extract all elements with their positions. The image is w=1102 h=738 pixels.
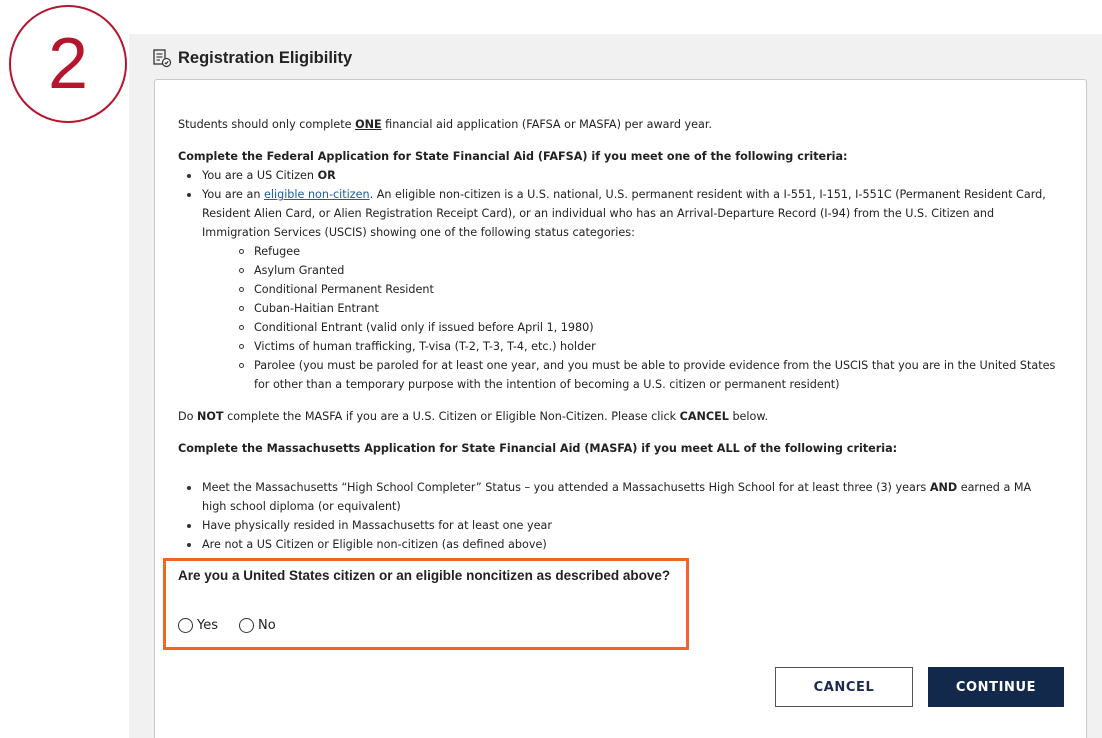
masfa-heading: Complete the Massachusetts Application f… bbox=[178, 442, 898, 455]
status-item: Victims of human trafficking, T-visa (T-… bbox=[202, 337, 1058, 356]
cancel-button[interactable]: CANCEL bbox=[775, 667, 913, 707]
fafsa-criterion-citizen: You are a US Citizen OR bbox=[178, 166, 1058, 185]
status-categories-list: Refugee Asylum Granted Conditional Perma… bbox=[202, 242, 1058, 394]
status-item: Refugee bbox=[202, 242, 1058, 261]
citizenship-question: Are you a United States citizen or an el… bbox=[178, 568, 671, 583]
continue-button[interactable]: CONTINUE bbox=[928, 667, 1064, 707]
no-radio-option[interactable]: No bbox=[239, 618, 276, 633]
fafsa-criteria-list: You are a US Citizen OR You are an eligi… bbox=[178, 166, 1058, 394]
intro-text: Students should only complete ONE financ… bbox=[178, 118, 713, 131]
yes-radio-option[interactable]: Yes bbox=[178, 618, 218, 633]
yes-radio-label[interactable]: Yes bbox=[197, 618, 218, 633]
status-item: Conditional Permanent Resident bbox=[202, 280, 1058, 299]
no-radio-button[interactable] bbox=[239, 618, 254, 633]
eligibility-content: Students should only complete ONE financ… bbox=[178, 115, 1058, 554]
masfa-criteria-list: Meet the Massachusetts “High School Comp… bbox=[178, 478, 1058, 554]
masfa-notice: Do NOT complete the MASFA if you are a U… bbox=[178, 410, 769, 423]
masfa-criterion-residency: Have physically resided in Massachusetts… bbox=[178, 516, 1058, 535]
section-header: Registration Eligibility bbox=[152, 48, 352, 68]
masfa-criterion-not-citizen: Are not a US Citizen or Eligible non-cit… bbox=[178, 535, 1058, 554]
status-item: Cuban-Haitian Entrant bbox=[202, 299, 1058, 318]
intro-emphasis: ONE bbox=[355, 118, 382, 131]
step-number-badge: 2 bbox=[9, 5, 127, 123]
status-item: Parolee (you must be paroled for at leas… bbox=[202, 356, 1058, 394]
no-radio-label[interactable]: No bbox=[258, 618, 276, 633]
masfa-criterion-hs-completer: Meet the Massachusetts “High School Comp… bbox=[178, 478, 1058, 516]
section-title: Registration Eligibility bbox=[178, 48, 353, 67]
eligible-non-citizen-link[interactable]: eligible non-citizen bbox=[264, 188, 370, 201]
status-item: Conditional Entrant (valid only if issue… bbox=[202, 318, 1058, 337]
fafsa-heading: Complete the Federal Application for Sta… bbox=[178, 150, 848, 163]
status-item: Asylum Granted bbox=[202, 261, 1058, 280]
document-check-icon bbox=[153, 49, 172, 68]
yes-radio-button[interactable] bbox=[178, 618, 193, 633]
fafsa-criterion-noncitizen: You are an eligible non-citizen. An elig… bbox=[178, 185, 1058, 394]
